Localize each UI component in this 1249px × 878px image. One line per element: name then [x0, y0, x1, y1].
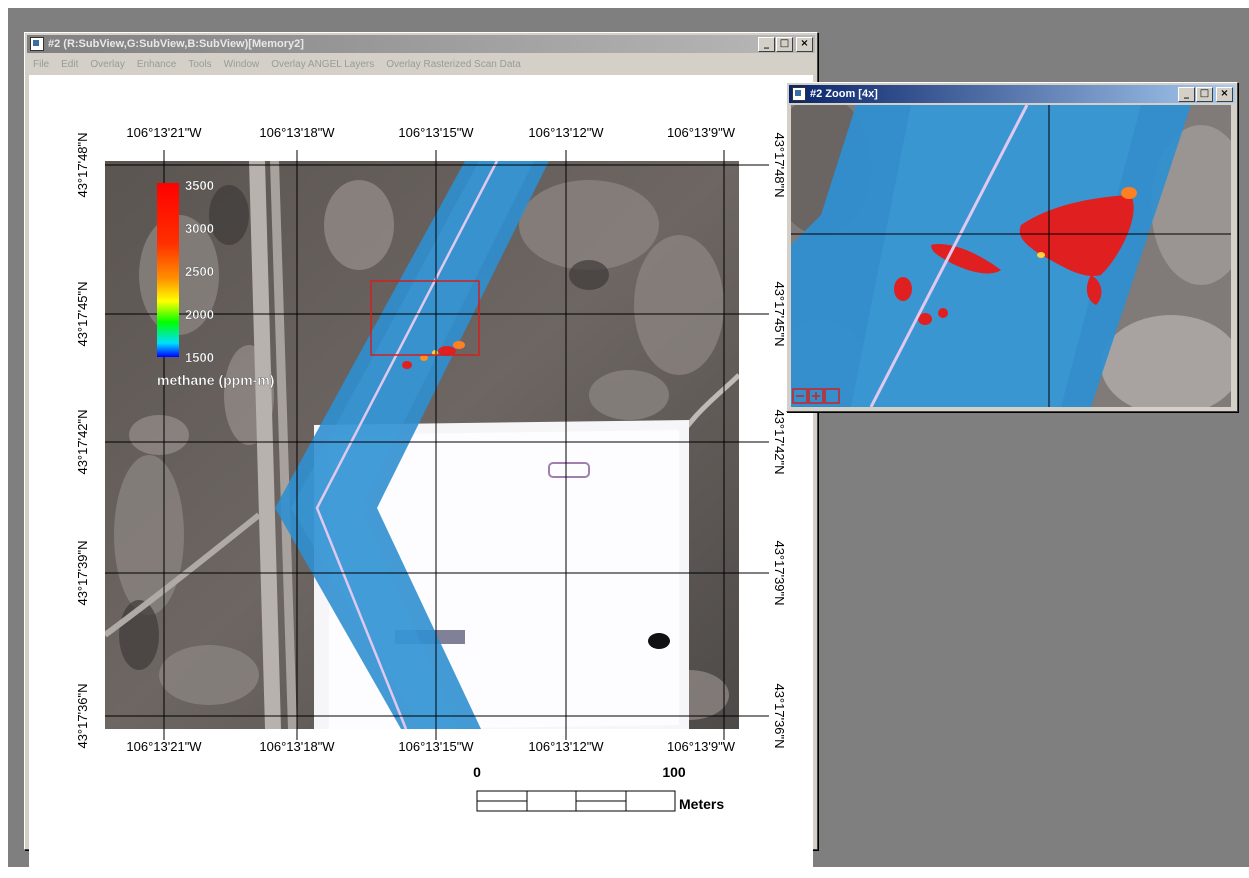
zoom-display-canvas[interactable]: [791, 105, 1231, 407]
scalebar-start-label: 0: [473, 764, 481, 780]
menu-enhance[interactable]: Enhance: [137, 59, 176, 70]
legend-tick: 1500: [185, 350, 214, 365]
top-lon-label: 106°13'15"W: [398, 125, 474, 140]
menu-overlay-rasterized-scan-data[interactable]: Overlay Rasterized Scan Data: [386, 59, 521, 70]
main-image-window[interactable]: #2 (R:SubView,G:SubView,B:SubView)[Memor…: [24, 32, 818, 873]
map-svg: 106°13'21"W 106°13'18"W 106°13'15"W 106°…: [75, 125, 787, 812]
zoom-window-title: #2 Zoom [4x]: [810, 88, 878, 100]
left-lat-label: 43°17'48"N: [75, 132, 90, 197]
minimize-button[interactable]: _: [1178, 86, 1195, 102]
left-lat-label: 43°17'39"N: [75, 540, 90, 605]
menu-overlay[interactable]: Overlay: [90, 59, 124, 70]
bottom-lon-label: 106°13'9"W: [667, 739, 736, 754]
top-lon-label: 106°13'9"W: [667, 125, 736, 140]
close-button[interactable]: ×: [1216, 86, 1233, 102]
zoom-window-titlebar[interactable]: #2 Zoom [4x] _ □ ×: [789, 85, 1235, 103]
left-lat-label: 43°17'45"N: [75, 281, 90, 346]
right-lat-label: 43°17'39"N: [772, 540, 787, 605]
menu-edit[interactable]: Edit: [61, 59, 78, 70]
image-display-canvas[interactable]: 106°13'21"W 106°13'18"W 106°13'15"W 106°…: [29, 75, 813, 873]
maximize-button[interactable]: □: [1196, 86, 1213, 102]
top-lon-label: 106°13'21"W: [126, 125, 202, 140]
legend-colorbar: [157, 183, 179, 357]
menu-window[interactable]: Window: [224, 59, 260, 70]
right-lat-label: 43°17'48"N: [772, 132, 787, 197]
right-lat-label: 43°17'36"N: [772, 683, 787, 748]
zoom-window[interactable]: #2 Zoom [4x] _ □ ×: [786, 82, 1238, 412]
main-window-titlebar[interactable]: #2 (R:SubView,G:SubView,B:SubView)[Memor…: [27, 35, 815, 53]
menu-bar: File Edit Overlay Enhance Tools Window O…: [27, 55, 815, 73]
right-lat-label: 43°17'42"N: [772, 409, 787, 474]
bottom-lon-label: 106°13'18"W: [259, 739, 335, 754]
top-lon-label: 106°13'18"W: [259, 125, 335, 140]
bottom-lon-label: 106°13'15"W: [398, 739, 474, 754]
legend-tick: 3500: [185, 178, 214, 193]
bottom-lon-label: 106°13'12"W: [528, 739, 604, 754]
scale-bar: 0 100 Meters: [473, 764, 724, 812]
minimize-button[interactable]: _: [758, 36, 775, 52]
top-lon-label: 106°13'12"W: [528, 125, 604, 140]
scalebar-end-label: 100: [662, 764, 686, 780]
maximize-button[interactable]: □: [776, 36, 793, 52]
zoom-svg: [791, 105, 1231, 407]
legend-tick: 2000: [185, 307, 214, 322]
main-window-title: #2 (R:SubView,G:SubView,B:SubView)[Memor…: [48, 38, 304, 50]
left-lat-label: 43°17'42"N: [75, 409, 90, 474]
right-lat-label: 43°17'45"N: [772, 281, 787, 346]
legend-tick: 2500: [185, 264, 214, 279]
menu-tools[interactable]: Tools: [188, 59, 211, 70]
legend-title: methane (ppm-m): [157, 372, 274, 388]
legend-tick: 3000: [185, 221, 214, 236]
left-lat-label: 43°17'36"N: [75, 683, 90, 748]
window-app-icon: [30, 37, 44, 51]
window-app-icon: [792, 87, 806, 101]
menu-file[interactable]: File: [33, 59, 49, 70]
close-button[interactable]: ×: [796, 36, 813, 52]
menu-overlay-angel-layers[interactable]: Overlay ANGEL Layers: [271, 59, 374, 70]
bottom-lon-label: 106°13'21"W: [126, 739, 202, 754]
scalebar-unit: Meters: [679, 796, 724, 812]
